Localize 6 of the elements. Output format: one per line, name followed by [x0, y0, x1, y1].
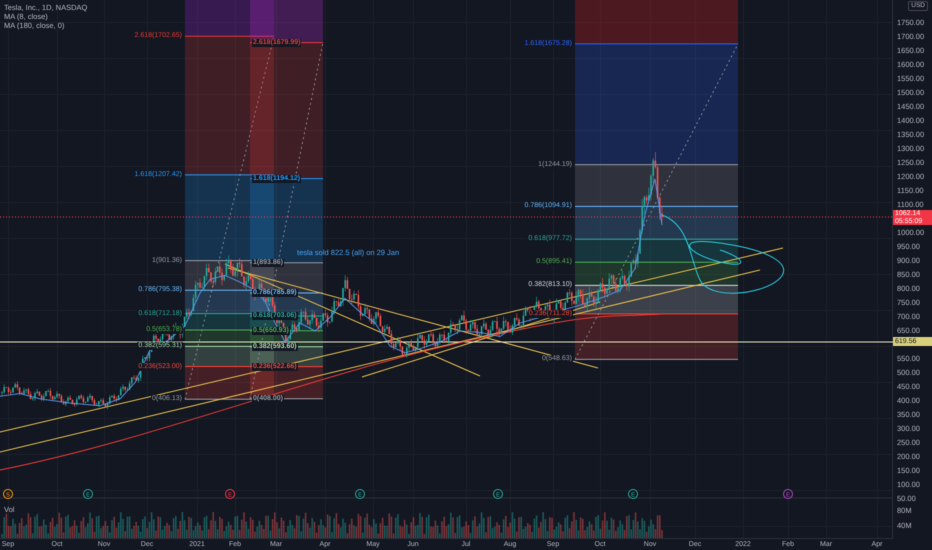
trend-line[interactable]: [0, 248, 784, 432]
hand-drawn-curve[interactable]: [662, 214, 784, 294]
trend-line[interactable]: [224, 264, 480, 376]
trend-line[interactable]: [228, 268, 598, 368]
trend-line[interactable]: [362, 302, 600, 378]
trend-line[interactable]: [0, 270, 760, 452]
